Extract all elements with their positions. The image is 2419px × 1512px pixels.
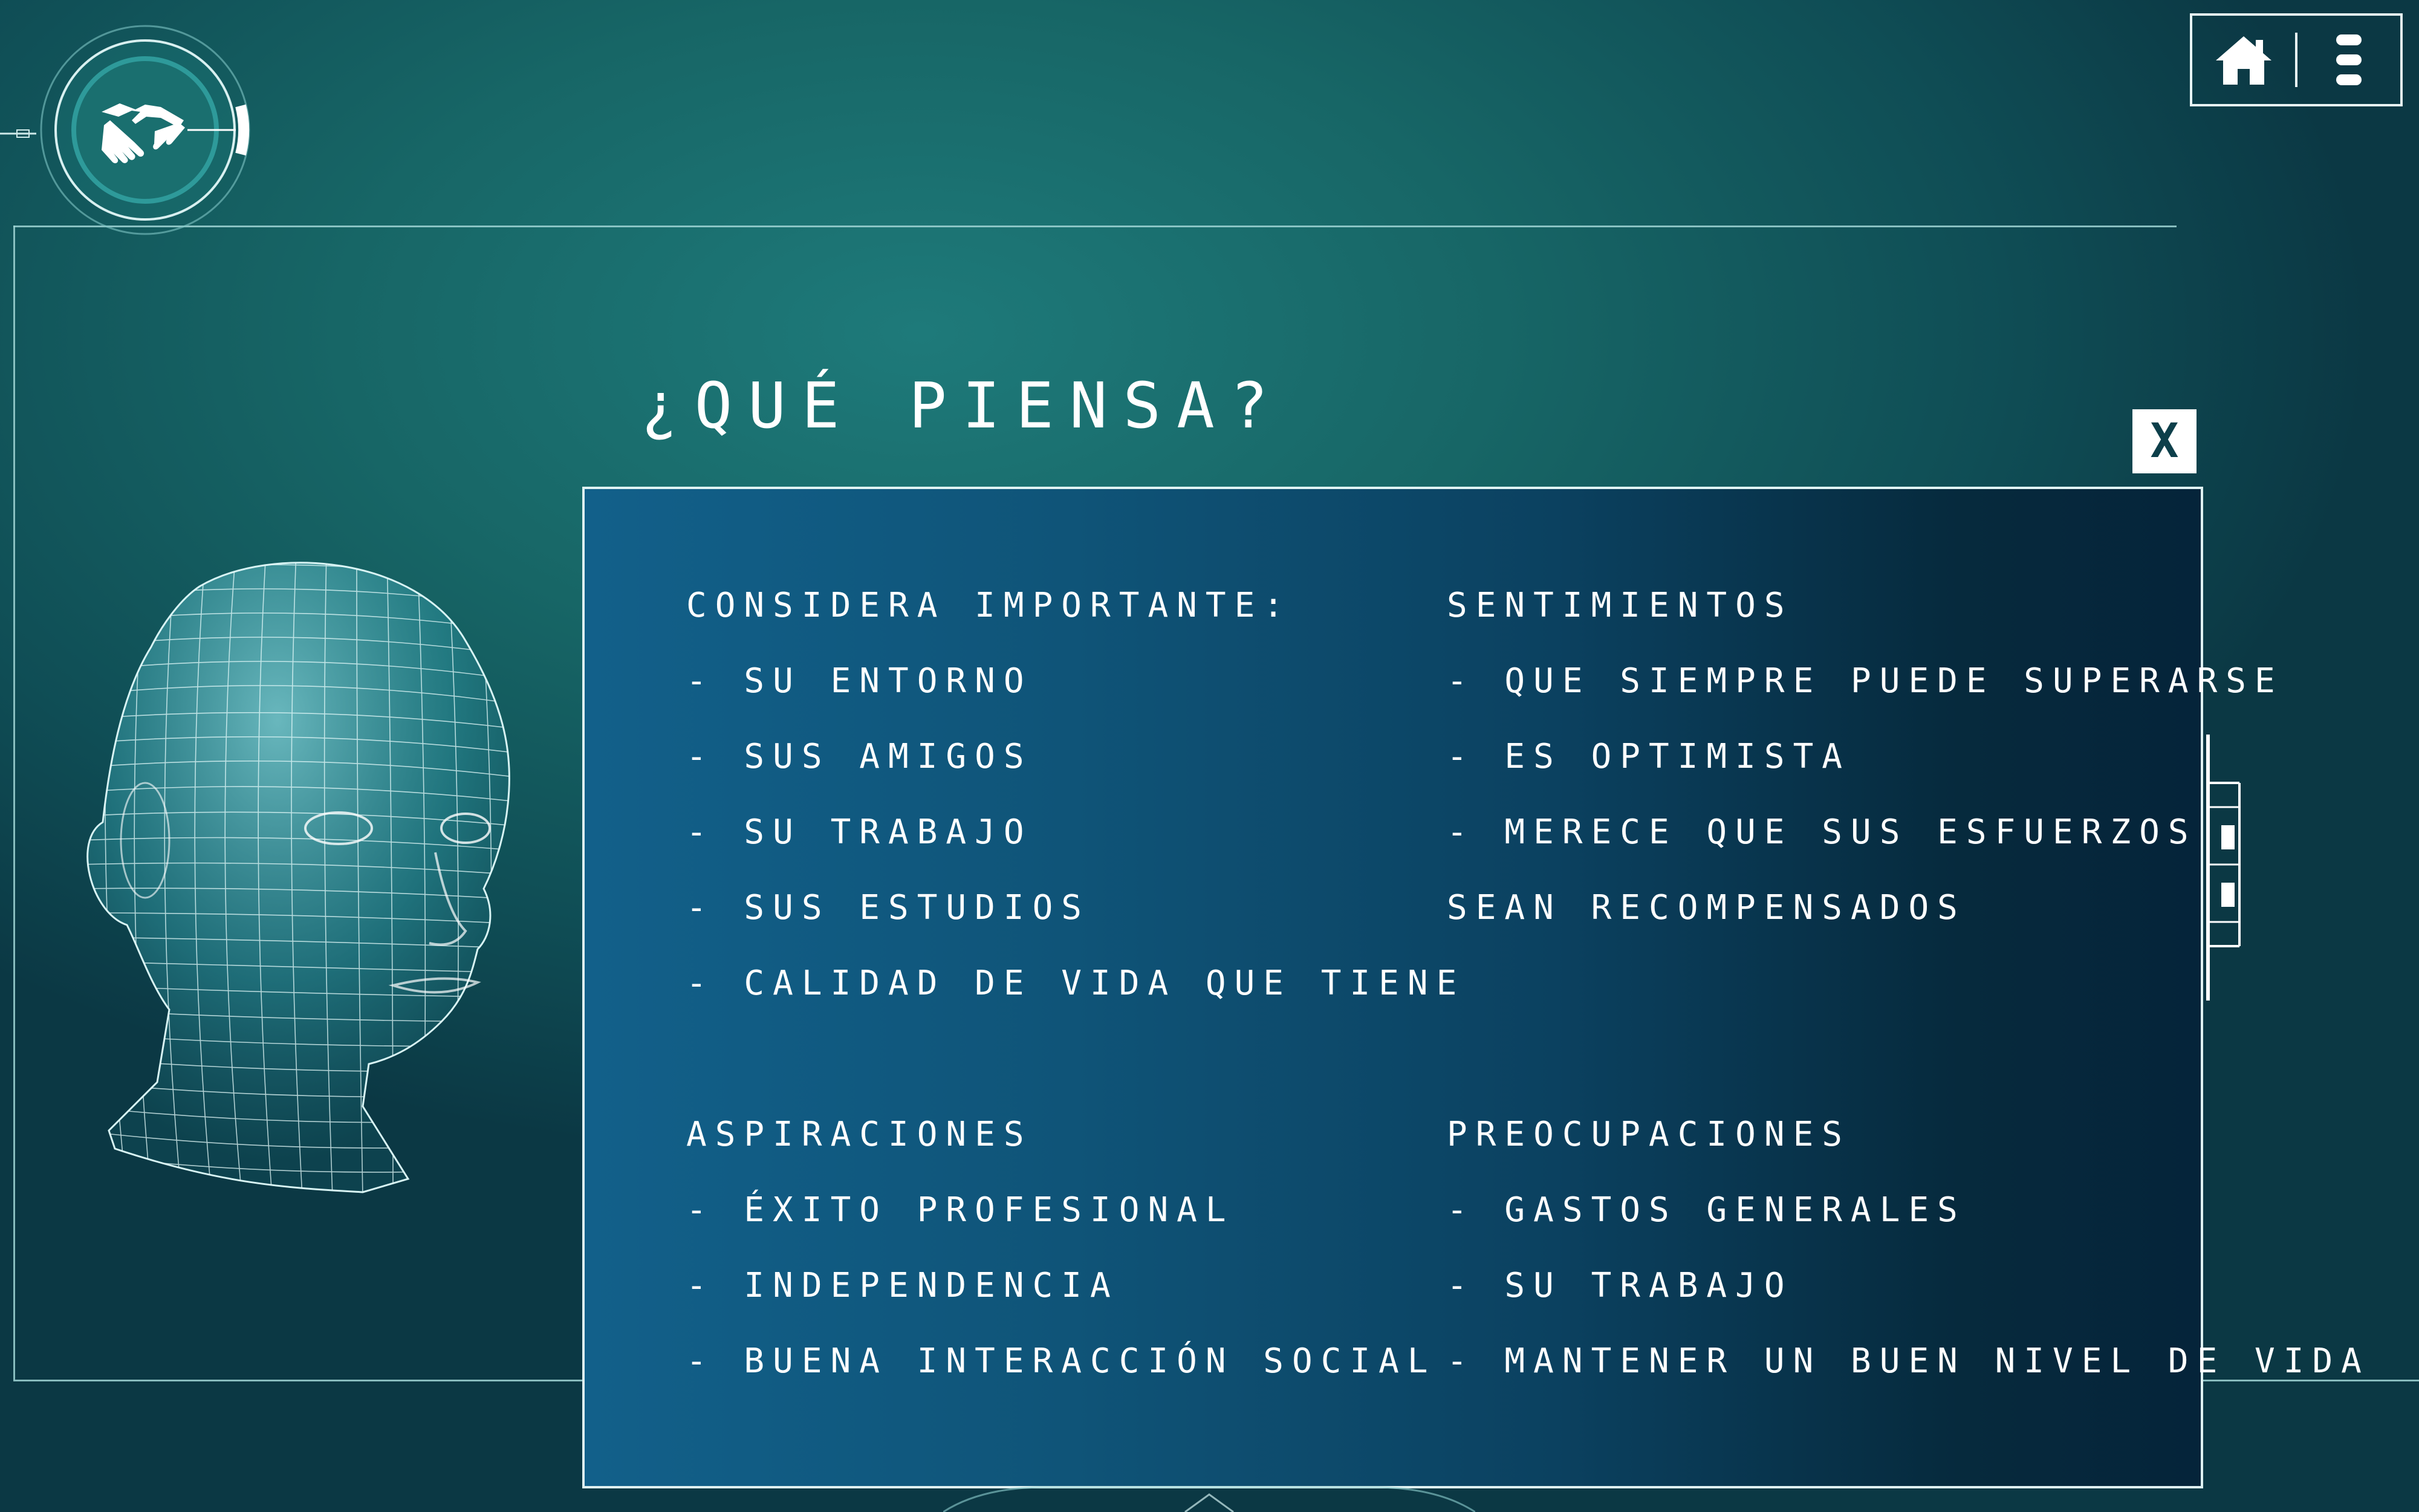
list-item: - GASTOS GENERALES [1447,1190,1966,1230]
logo-badge[interactable] [36,21,254,239]
side-bracket-decoration [2206,735,2241,1001]
list-item: - BUENA INTERACCIÓN SOCIAL [686,1342,1437,1381]
bottom-glow-decoration [943,1486,1475,1512]
feelings-heading: SENTIMIENTOS [1447,586,1793,625]
list-item: - SU TRABAJO [1447,1266,1793,1305]
list-item: - CALIDAD DE VIDA QUE TIENE [686,964,1466,1003]
page-title: ¿QUÉ PIENSA? [641,369,1284,443]
home-button[interactable] [2192,16,2295,104]
list-item: - INDEPENDENCIA [686,1266,1119,1305]
menu-dots-icon [2336,34,2362,85]
aspirations-heading: ASPIRACIONES [686,1115,1033,1154]
worries-heading: PREOCUPACIONES [1447,1115,1851,1154]
list-item: - SU TRABAJO [686,813,1033,852]
logo-connector [0,129,36,138]
frame-line-top [13,226,2177,227]
frame-line-bottom-left [13,1380,584,1381]
worries-section: PREOCUPACIONES - GASTOS GENERALES - SU T… [1447,1097,2370,1399]
list-item: - ÉXITO PROFESIONAL [686,1190,1235,1230]
info-panel: CONSIDERA IMPORTANTE: - SU ENTORNO - SUS… [582,487,2362,1488]
list-item: - SUS ESTUDIOS [686,888,1091,927]
list-item: - SU ENTORNO [686,661,1033,701]
important-section: CONSIDERA IMPORTANTE: - SU ENTORNO - SUS… [686,568,1465,1021]
list-item: - SUS AMIGOS [686,737,1033,776]
list-item: - MERECE QUE SUS ESFUERZOS [1447,813,2197,852]
list-item: - QUE SIEMPRE PUEDE SUPERARSE [1447,661,2284,701]
list-item: - ES OPTIMISTA [1447,737,1851,776]
list-item: - MANTENER UN BUEN NIVEL DE VIDA [1447,1342,2370,1381]
list-item: SEAN RECOMPENSADOS [1447,888,1966,927]
feelings-section: SENTIMIENTOS - QUE SIEMPRE PUEDE SUPERAR… [1447,568,2284,946]
wireframe-head-illustration [86,562,510,1193]
top-toolbar [2190,13,2403,106]
important-heading: CONSIDERA IMPORTANTE: [686,586,1293,625]
aspirations-section: ASPIRACIONES - ÉXITO PROFESIONAL - INDEP… [686,1097,1437,1399]
close-button[interactable]: X [2132,409,2197,473]
frame-line-left [13,226,15,1380]
menu-button[interactable] [2297,16,2400,104]
home-icon [2216,36,2271,85]
